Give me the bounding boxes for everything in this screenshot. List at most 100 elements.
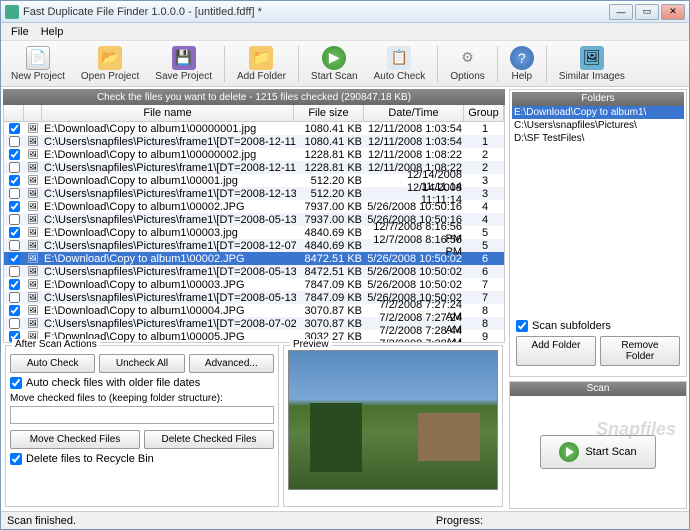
filename-cell: E:\Download\Copy to album1\00004.JPG bbox=[42, 305, 296, 317]
auto-check-older-checkbox[interactable]: Auto check files with older file dates bbox=[10, 377, 274, 389]
row-checkbox[interactable] bbox=[9, 123, 20, 134]
row-checkbox[interactable] bbox=[9, 188, 20, 199]
menu-file[interactable]: File bbox=[5, 26, 35, 38]
row-checkbox[interactable] bbox=[9, 253, 20, 264]
similar-images-button[interactable]: 🖼Similar Images bbox=[555, 44, 629, 84]
folder-item[interactable]: E:\Download\Copy to album1\ bbox=[512, 106, 684, 119]
filesize-cell: 3070.87 KB bbox=[296, 305, 366, 317]
table-row[interactable]: E:\Download\Copy to album1\00002.JPG8472… bbox=[4, 252, 504, 265]
auto-check-button[interactable]: 📋Auto Check bbox=[370, 44, 430, 84]
scan-subfolders-checkbox[interactable]: Scan subfolders bbox=[516, 320, 680, 332]
file-icon bbox=[24, 227, 42, 238]
col-filesize[interactable]: File size bbox=[294, 105, 364, 121]
move-to-label: Move checked files to (keeping folder st… bbox=[10, 393, 274, 404]
group-cell: 4 bbox=[466, 201, 504, 213]
row-checkbox[interactable] bbox=[9, 266, 20, 277]
delete-checked-files-button[interactable]: Delete Checked Files bbox=[144, 430, 274, 449]
file-icon bbox=[24, 162, 42, 173]
group-cell: 3 bbox=[466, 188, 504, 200]
start-scan-button[interactable]: ▶Start Scan bbox=[307, 44, 362, 84]
folder-item[interactable]: C:\Users\snapfiles\Pictures\ bbox=[512, 119, 684, 132]
file-icon bbox=[24, 305, 42, 316]
datetime-cell: 12/11/2008 1:08:22 bbox=[366, 149, 466, 161]
row-checkbox[interactable] bbox=[9, 201, 20, 212]
new-project-button[interactable]: 📄New Project bbox=[7, 44, 69, 84]
group-cell: 2 bbox=[466, 162, 504, 174]
table-row[interactable]: C:\Users\snapfiles\Pictures\frame1\[DT=2… bbox=[4, 265, 504, 278]
app-icon bbox=[5, 5, 19, 19]
table-row[interactable]: C:\Users\snapfiles\Pictures\frame1\[DT=2… bbox=[4, 187, 504, 200]
file-list-header: Check the files you want to delete - 121… bbox=[3, 89, 505, 105]
filesize-cell: 1080.41 KB bbox=[296, 123, 366, 135]
row-checkbox[interactable] bbox=[9, 136, 20, 147]
col-filename[interactable]: File name bbox=[42, 105, 294, 121]
datetime-cell: 5/26/2008 10:50:16 bbox=[366, 201, 466, 213]
col-group[interactable]: Group bbox=[464, 105, 504, 121]
row-checkbox[interactable] bbox=[9, 240, 20, 251]
remove-folder-button[interactable]: Remove Folder bbox=[600, 336, 680, 366]
row-checkbox[interactable] bbox=[9, 292, 20, 303]
advanced-button[interactable]: Advanced... bbox=[189, 354, 274, 373]
filename-cell: C:\Users\snapfiles\Pictures\frame1\[DT=2… bbox=[42, 292, 296, 304]
close-button[interactable]: ✕ bbox=[661, 4, 685, 20]
filename-cell: E:\Download\Copy to album1\00002.JPG bbox=[42, 201, 296, 213]
table-row[interactable]: C:\Users\snapfiles\Pictures\frame1\[DT=2… bbox=[4, 239, 504, 252]
folder-list[interactable]: E:\Download\Copy to album1\C:\Users\snap… bbox=[512, 106, 684, 316]
start-scan-main-button[interactable]: Start Scan bbox=[540, 435, 655, 469]
actions-legend: After Scan Actions bbox=[12, 339, 100, 350]
group-cell: 1 bbox=[466, 123, 504, 135]
filesize-cell: 7937.00 KB bbox=[296, 201, 366, 213]
auto-check-action-button[interactable]: Auto Check bbox=[10, 354, 95, 373]
filename-cell: E:\Download\Copy to album1\00000002.jpg bbox=[42, 149, 296, 161]
table-row[interactable]: C:\Users\snapfiles\Pictures\frame1\[DT=2… bbox=[4, 135, 504, 148]
filesize-cell: 1228.81 KB bbox=[296, 149, 366, 161]
table-row[interactable]: E:\Download\Copy to album1\00000001.jpg1… bbox=[4, 122, 504, 135]
col-datetime[interactable]: Date/Time bbox=[364, 105, 464, 121]
row-checkbox[interactable] bbox=[9, 318, 20, 329]
row-checkbox[interactable] bbox=[9, 175, 20, 186]
maximize-button[interactable]: ▭ bbox=[635, 4, 659, 20]
row-checkbox[interactable] bbox=[9, 305, 20, 316]
folder-item[interactable]: D:\SF TestFiles\ bbox=[512, 132, 684, 145]
add-folder-side-button[interactable]: Add Folder bbox=[516, 336, 596, 366]
preview-panel: Preview bbox=[283, 345, 503, 507]
table-row[interactable]: E:\Download\Copy to album1\00002.JPG7937… bbox=[4, 200, 504, 213]
open-project-button[interactable]: 📂Open Project bbox=[77, 44, 143, 84]
row-checkbox[interactable] bbox=[9, 214, 20, 225]
filesize-cell: 4840.69 KB bbox=[296, 227, 366, 239]
row-checkbox[interactable] bbox=[9, 227, 20, 238]
move-checked-files-button[interactable]: Move Checked Files bbox=[10, 430, 140, 449]
filename-cell: E:\Download\Copy to album1\00000001.jpg bbox=[42, 123, 296, 135]
options-button[interactable]: ⚙Options bbox=[446, 44, 488, 84]
scan-panel: Scan Start Scan bbox=[509, 381, 687, 509]
row-checkbox[interactable] bbox=[9, 162, 20, 173]
datetime-cell: 5/26/2008 10:50:02 bbox=[366, 279, 466, 291]
file-list[interactable]: E:\Download\Copy to album1\00000001.jpg1… bbox=[3, 122, 505, 343]
table-row[interactable]: E:\Download\Copy to album1\00003.JPG7847… bbox=[4, 278, 504, 291]
recycle-bin-checkbox[interactable]: Delete files to Recycle Bin bbox=[10, 453, 274, 465]
filesize-cell: 512.20 KB bbox=[296, 175, 366, 187]
menu-help[interactable]: Help bbox=[35, 26, 70, 38]
uncheck-all-button[interactable]: Uncheck All bbox=[99, 354, 184, 373]
add-folder-button[interactable]: 📁Add Folder bbox=[233, 44, 290, 84]
group-cell: 6 bbox=[466, 253, 504, 265]
table-row[interactable]: E:\Download\Copy to album1\00000002.jpg1… bbox=[4, 148, 504, 161]
filename-cell: C:\Users\snapfiles\Pictures\frame1\[DT=2… bbox=[42, 266, 296, 278]
filename-cell: C:\Users\snapfiles\Pictures\frame1\[DT=2… bbox=[42, 214, 296, 226]
row-checkbox[interactable] bbox=[9, 149, 20, 160]
help-button[interactable]: ?Help bbox=[506, 44, 538, 84]
after-scan-actions-panel: After Scan Actions Auto Check Uncheck Al… bbox=[5, 345, 279, 507]
play-icon bbox=[559, 442, 579, 462]
minimize-button[interactable]: — bbox=[609, 4, 633, 20]
save-project-button[interactable]: 💾Save Project bbox=[151, 44, 216, 84]
folders-panel: Folders E:\Download\Copy to album1\C:\Us… bbox=[509, 89, 687, 377]
filesize-cell: 7937.00 KB bbox=[296, 214, 366, 226]
filesize-cell: 512.20 KB bbox=[296, 188, 366, 200]
file-icon bbox=[24, 214, 42, 225]
move-to-input[interactable] bbox=[10, 406, 274, 424]
file-icon bbox=[24, 201, 42, 212]
filesize-cell: 4840.69 KB bbox=[296, 240, 366, 252]
group-cell: 7 bbox=[466, 292, 504, 304]
row-checkbox[interactable] bbox=[9, 279, 20, 290]
menubar: File Help bbox=[1, 23, 689, 41]
